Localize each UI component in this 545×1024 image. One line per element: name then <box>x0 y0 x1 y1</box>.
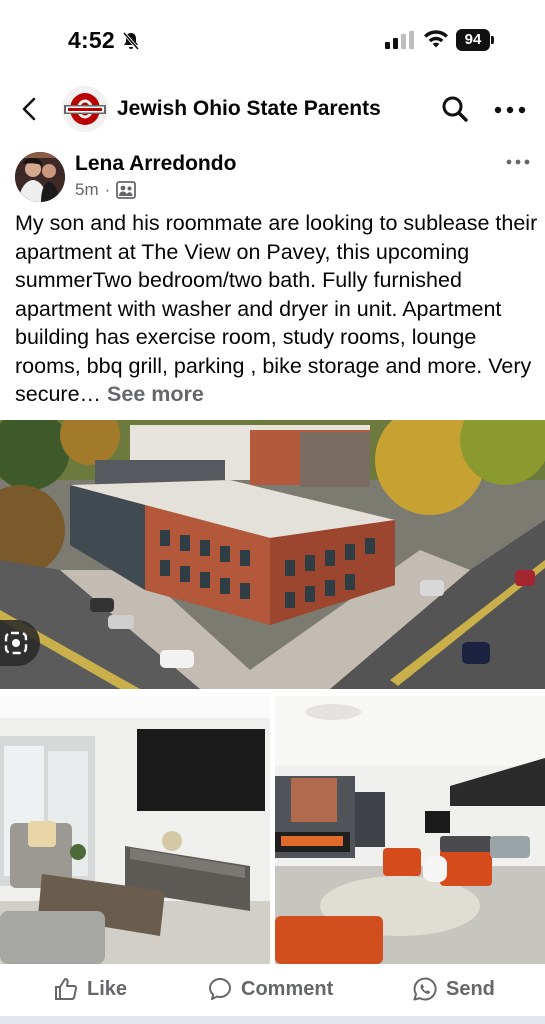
group-header: Jewish Ohio State Parents <box>0 82 545 138</box>
lounge-photo[interactable] <box>275 696 545 964</box>
post-body: My son and his roommate are looking to s… <box>15 209 540 409</box>
post-meta: 5m · <box>75 180 137 200</box>
battery-level: 94 <box>456 29 490 51</box>
comment-label: Comment <box>241 977 334 1000</box>
avatar[interactable] <box>15 152 65 202</box>
whatsapp-icon <box>413 977 437 1001</box>
comment-button[interactable]: Comment <box>207 976 333 1002</box>
author-name[interactable]: Lena Arredondo <box>75 152 236 176</box>
thumbs-up-icon <box>55 978 78 1000</box>
send-label: Send <box>446 977 495 1000</box>
status-time: 4:52 <box>68 27 115 53</box>
group-members-icon <box>116 181 137 199</box>
post-options-icon[interactable] <box>506 158 530 166</box>
bell-slash-icon <box>122 31 140 51</box>
like-button[interactable]: Like <box>53 976 127 1002</box>
post-header: Lena Arredondo 5m · <box>0 148 545 208</box>
aerial-building-photo[interactable] <box>0 420 545 689</box>
like-label: Like <box>87 977 128 1000</box>
post-divider <box>0 1016 545 1024</box>
battery-icon: 94 <box>456 29 494 51</box>
status-bar: 4:52 94 <box>0 0 545 80</box>
meta-separator: · <box>104 180 111 199</box>
ohio-state-logo-icon[interactable] <box>62 86 108 132</box>
post-time[interactable]: 5m <box>75 180 99 200</box>
group-title[interactable]: Jewish Ohio State Parents <box>117 97 381 121</box>
back-arrow-icon[interactable] <box>18 94 42 124</box>
more-options-icon[interactable] <box>494 105 526 115</box>
search-icon[interactable] <box>441 95 469 123</box>
comment-bubble-icon <box>209 978 231 1000</box>
wifi-icon <box>424 30 448 48</box>
lens-icon <box>4 631 28 655</box>
post-actions: Like Comment Send <box>0 966 545 1016</box>
living-room-photo[interactable] <box>0 696 270 964</box>
see-more-link[interactable]: See more <box>107 382 204 406</box>
send-button[interactable]: Send <box>412 976 495 1002</box>
visual-search-button[interactable] <box>0 620 40 666</box>
post-body-text: My son and his roommate are looking to s… <box>15 211 538 406</box>
cellular-signal-icon <box>385 31 414 49</box>
